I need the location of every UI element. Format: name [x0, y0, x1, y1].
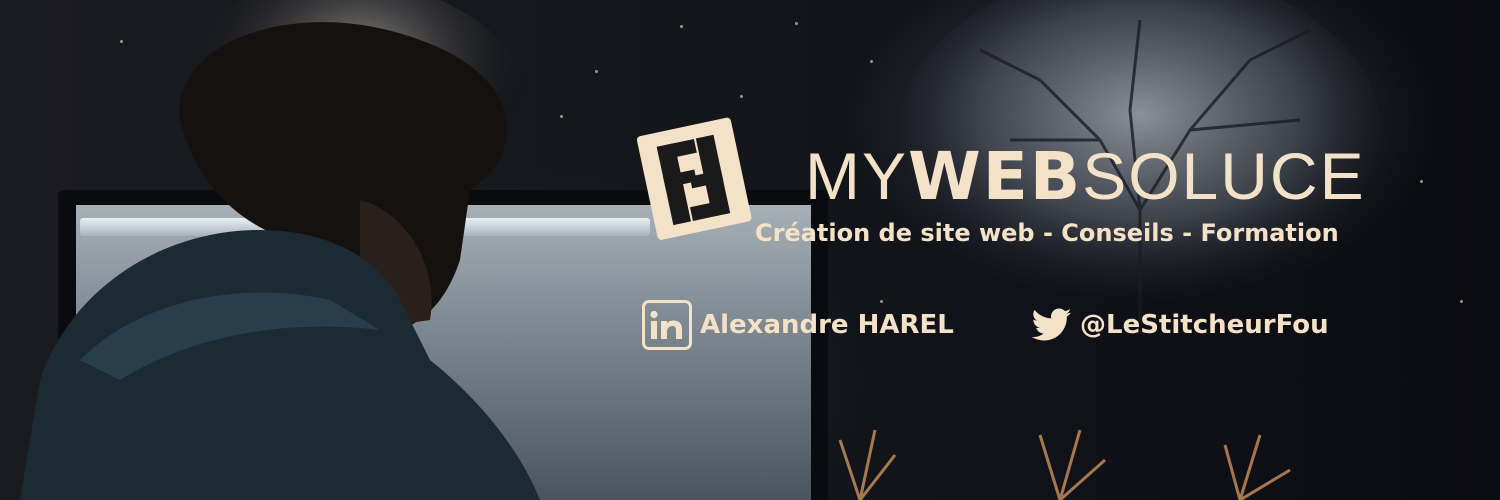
linkedin-name: Alexandre HAREL [700, 310, 954, 340]
twitter-handle: @LeStitcheurFou [1032, 298, 1329, 352]
brand-name-part1: MY [805, 139, 908, 213]
linkedin-handle: Alexandre HAREL [642, 298, 954, 352]
twitter-bird-icon [1032, 308, 1072, 341]
brand-name-part3: SOLUCE [1082, 139, 1366, 213]
tagline: Création de site web - Conseils - Format… [755, 219, 1339, 247]
twitter-username: @LeStitcheurFou [1080, 310, 1329, 340]
person-silhouette [20, 0, 540, 500]
plant-silhouettes [838, 429, 1291, 500]
mywebsoluce-logo-icon [636, 117, 752, 240]
brand-name-part2: WEB [908, 138, 1083, 215]
profile-banner: MY WEB SOLUCE Création de site web - Con… [0, 0, 1500, 500]
linkedin-icon [642, 300, 692, 350]
brand-wordmark: MY WEB SOLUCE [805, 138, 1366, 218]
